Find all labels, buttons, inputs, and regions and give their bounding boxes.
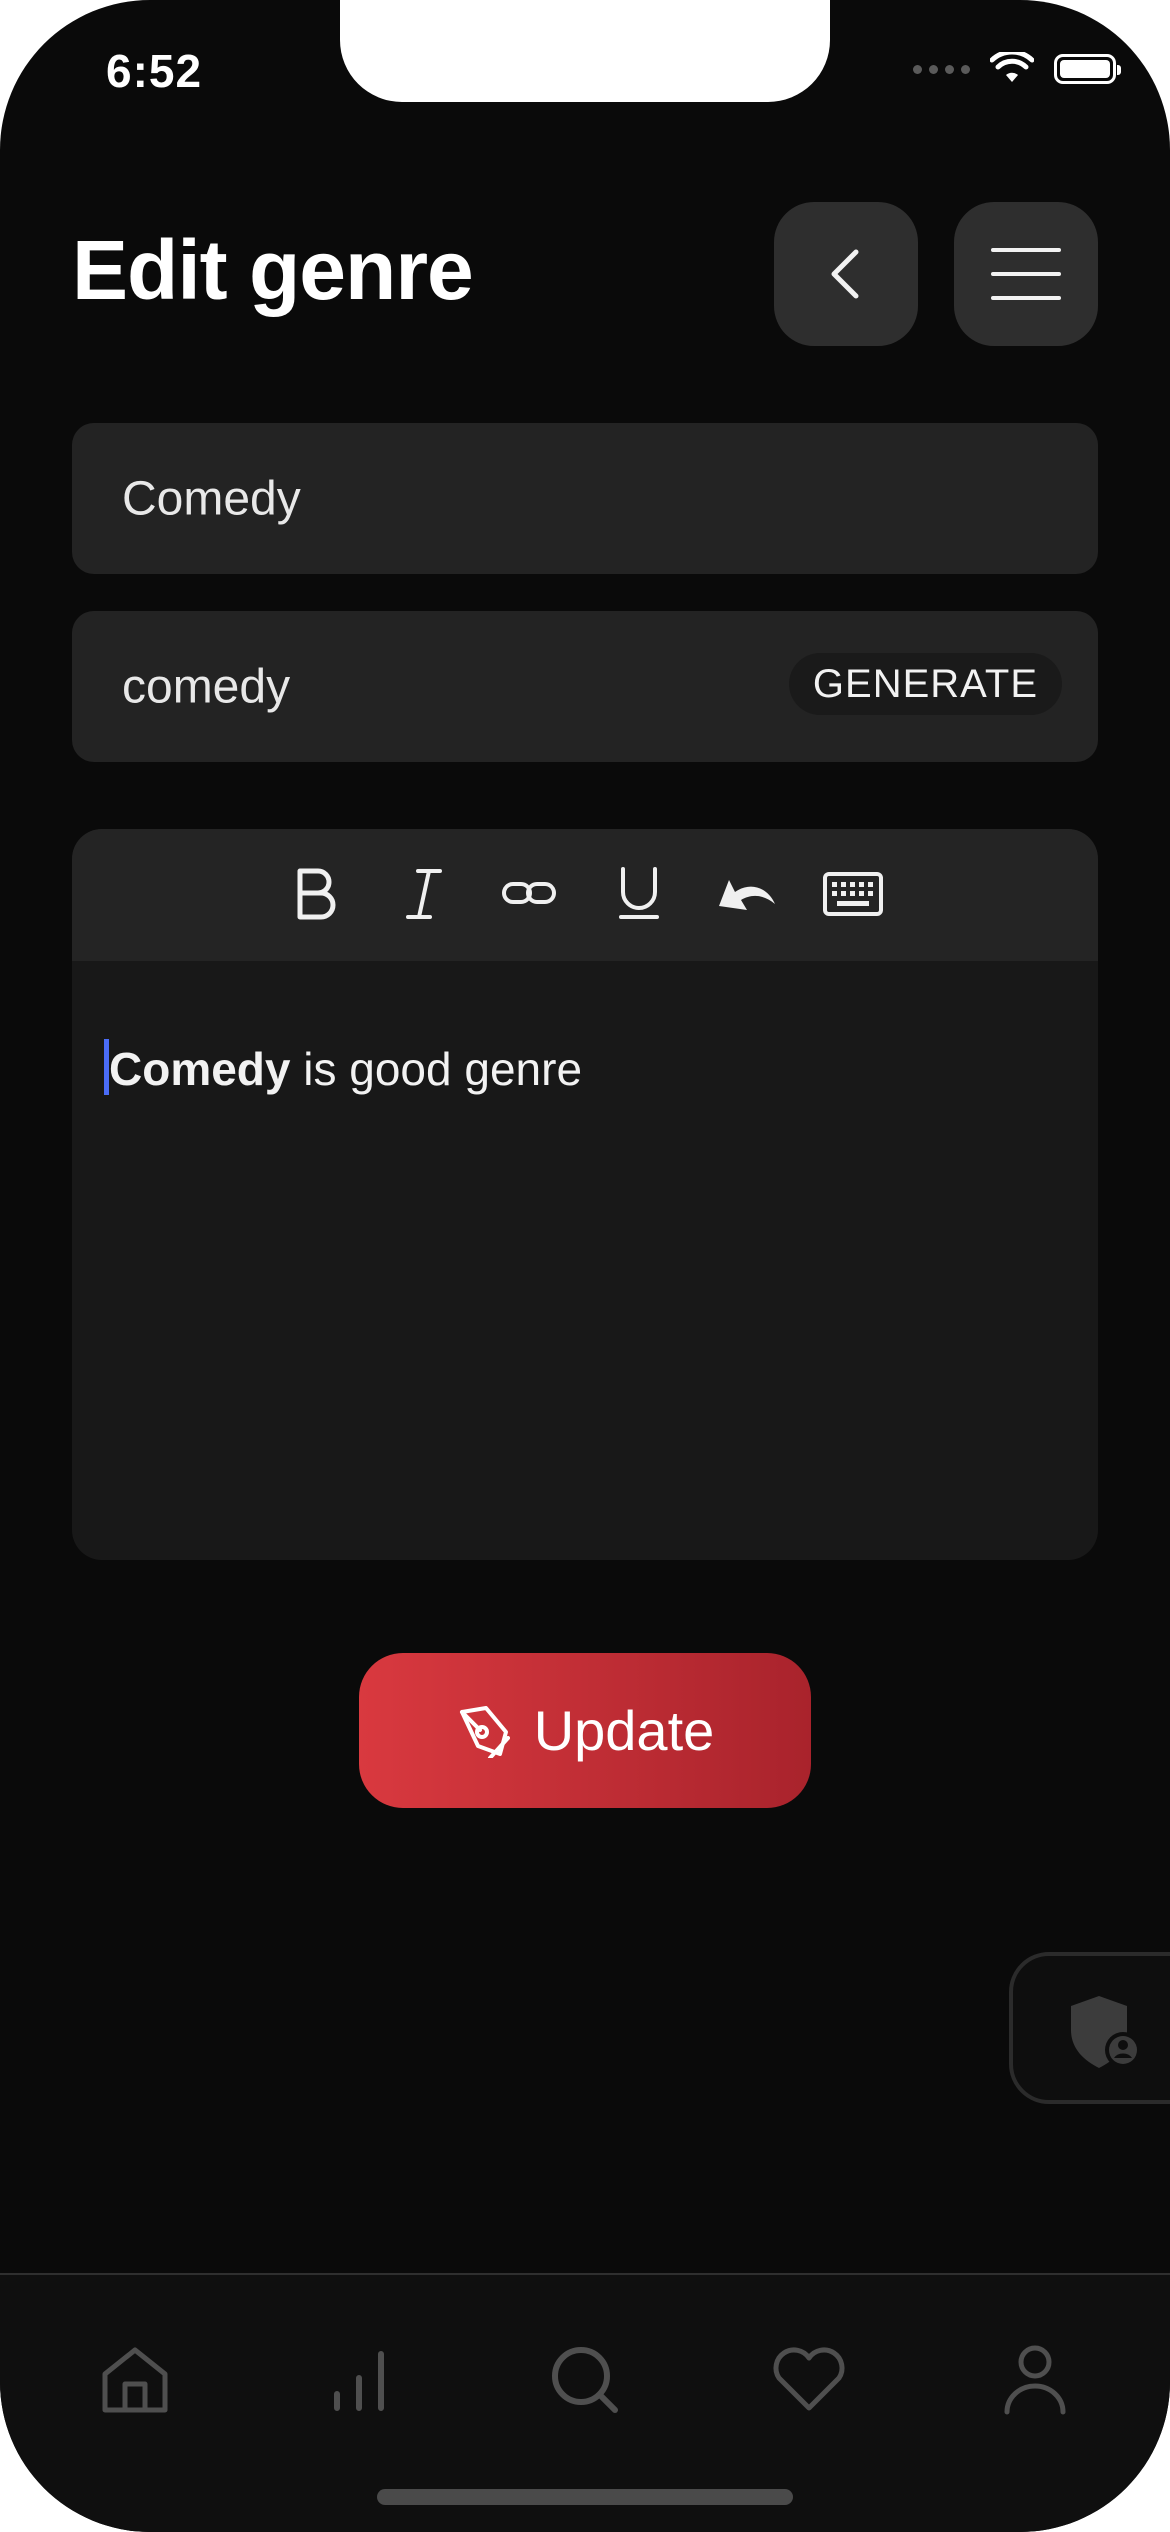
profile-icon bbox=[1004, 2345, 1066, 2415]
genre-slug-value: comedy bbox=[122, 660, 291, 713]
genre-name-field[interactable]: Comedy bbox=[72, 423, 1098, 574]
shield-user-icon bbox=[1071, 1996, 1141, 2068]
underline-icon bbox=[619, 867, 659, 919]
cellular-dots-icon bbox=[913, 64, 970, 74]
update-button[interactable]: Update bbox=[359, 1653, 811, 1808]
battery-icon bbox=[1054, 54, 1121, 84]
link-icon bbox=[502, 882, 556, 904]
generate-slug-button[interactable]: GENERATE bbox=[788, 653, 1062, 715]
undo-icon bbox=[719, 880, 775, 910]
menu-button[interactable] bbox=[954, 202, 1098, 346]
chevron-left-icon bbox=[831, 249, 859, 299]
status-time: 6:52 bbox=[106, 45, 203, 97]
tab-stats[interactable] bbox=[314, 2335, 404, 2425]
wifi-icon bbox=[990, 52, 1034, 82]
tab-profile[interactable] bbox=[990, 2335, 1080, 2425]
status-icons bbox=[913, 52, 1121, 86]
italic-icon bbox=[406, 869, 442, 919]
genre-name-value: Comedy bbox=[122, 472, 301, 525]
device-notch bbox=[340, 0, 830, 102]
back-button[interactable] bbox=[774, 202, 918, 346]
editor-bold-text: Comedy bbox=[109, 1043, 291, 1095]
italic-button[interactable] bbox=[389, 859, 459, 929]
hamburger-menu-icon bbox=[991, 248, 1061, 300]
tab-search[interactable] bbox=[540, 2335, 630, 2425]
underline-button[interactable] bbox=[604, 859, 674, 929]
home-indicator[interactable] bbox=[377, 2489, 793, 2505]
pen-tool-icon bbox=[459, 1705, 510, 1758]
search-icon bbox=[552, 2347, 618, 2413]
keyboard-icon bbox=[823, 872, 883, 916]
keyboard-button[interactable] bbox=[818, 859, 888, 929]
page-title: Edit genre bbox=[72, 223, 474, 317]
rich-text-editor[interactable]: Comedy is good genre bbox=[72, 829, 1098, 1560]
tab-home[interactable] bbox=[90, 2335, 180, 2425]
link-button[interactable] bbox=[494, 859, 564, 929]
floating-security-button[interactable] bbox=[1009, 1952, 1170, 2104]
update-label: Update bbox=[533, 1699, 715, 1762]
heart-icon bbox=[773, 2347, 845, 2411]
genre-slug-field[interactable]: comedy GENERATE bbox=[72, 611, 1098, 762]
editor-content[interactable]: Comedy is good genre bbox=[104, 1039, 582, 1096]
editor-plain-text: is good genre bbox=[290, 1043, 583, 1095]
editor-toolbar bbox=[72, 829, 1098, 961]
undo-button[interactable] bbox=[711, 859, 781, 929]
phone-screen: 6:52 Edit genre Comedy comedy GENERATE C… bbox=[0, 0, 1170, 2532]
bold-button[interactable] bbox=[281, 859, 351, 929]
tab-favorites[interactable] bbox=[764, 2335, 854, 2425]
home-icon bbox=[102, 2347, 168, 2413]
stats-icon bbox=[334, 2351, 384, 2411]
bold-icon bbox=[297, 868, 336, 920]
